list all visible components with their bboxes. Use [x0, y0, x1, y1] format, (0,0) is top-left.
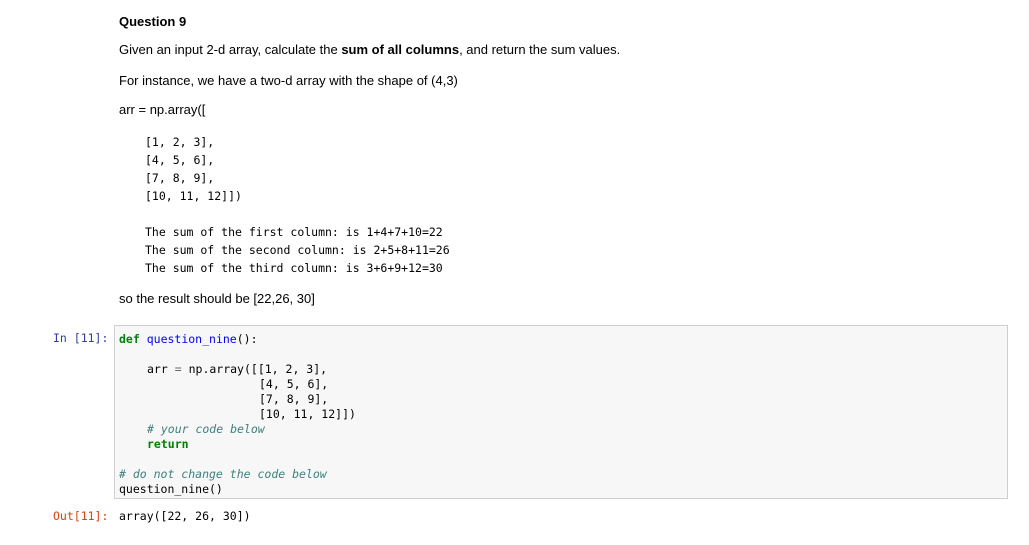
assign-operator: =: [174, 362, 182, 376]
array-row: [7, 8, 9],: [145, 171, 215, 185]
array-row: [10, 11, 12]]): [145, 189, 242, 203]
result-text: so the result should be [22,26, 30]: [119, 291, 315, 306]
code-line-arr-row: [10, 11, 12]]): [259, 407, 356, 421]
intro-prefix: Given an input 2-d array, calculate the: [119, 42, 342, 57]
instance-text: For instance, we have a two-d array with…: [119, 73, 458, 88]
code-line-arr: arr = np.array([[1, 2, 3],: [147, 362, 327, 377]
array-rows-block: [1, 2, 3], [4, 5, 6], [7, 8, 9], [10, 11…: [145, 133, 242, 205]
def-tail: ():: [236, 332, 258, 346]
code-line-arr-row: [7, 8, 9],: [259, 392, 329, 406]
code-line-arr-row: [4, 5, 6],: [259, 377, 329, 391]
output-value: array([22, 26, 30]): [119, 509, 251, 523]
code-line-call: question_nine(): [119, 482, 223, 496]
return-keyword: return: [147, 437, 189, 451]
intro-suffix: , and return the sum values.: [459, 42, 621, 57]
array-row: [1, 2, 3],: [145, 135, 215, 149]
question-heading: Question 9: [119, 14, 187, 29]
def-keyword: def: [119, 332, 140, 346]
function-name: question_nine: [146, 332, 237, 346]
sum-line-first: The sum of the first column: is 1+4+7+10…: [145, 225, 443, 239]
arr-variable: arr: [147, 362, 168, 376]
comment-your-code: # your code below: [147, 422, 265, 436]
question-intro: Given an input 2-d array, calculate the …: [119, 42, 620, 58]
input-prompt: In [11]:: [53, 331, 109, 345]
code-line-def: def question_nine():: [119, 332, 258, 347]
sum-explanation-block: The sum of the first column: is 1+4+7+10…: [145, 223, 450, 277]
code-cell-editor[interactable]: def question_nine(): arr = np.array([[1,…: [114, 325, 1008, 499]
arr-call: np.array([[1, 2, 3],: [188, 362, 328, 376]
arr-line: arr = np.array([: [119, 102, 206, 117]
sum-line-second: The sum of the second column: is 2+5+8+1…: [145, 243, 450, 257]
comment-do-not-change: # do not change the code below: [119, 467, 327, 481]
array-row: [4, 5, 6],: [145, 153, 215, 167]
output-prompt: Out[11]:: [53, 509, 109, 523]
intro-bold: sum of all columns: [341, 42, 460, 57]
sum-line-third: The sum of the third column: is 3+6+9+12…: [145, 261, 443, 275]
